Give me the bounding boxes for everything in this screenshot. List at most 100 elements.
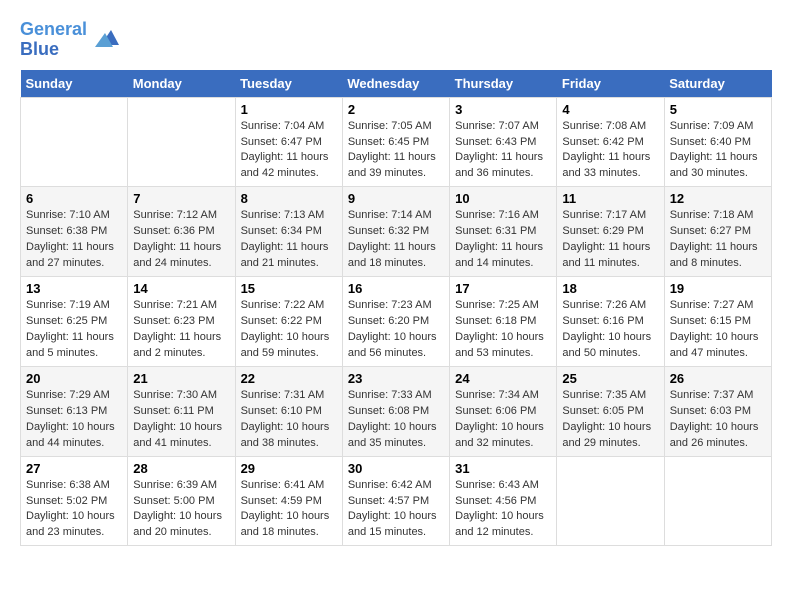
day-number: 18 xyxy=(562,281,658,296)
day-number: 9 xyxy=(348,191,444,206)
page-header: General Blue xyxy=(20,20,772,60)
calendar-cell: 24Sunrise: 7:34 AM Sunset: 6:06 PM Dayli… xyxy=(450,366,557,456)
day-info: Sunrise: 7:19 AM Sunset: 6:25 PM Dayligh… xyxy=(26,298,122,362)
calendar-cell: 2 Sunrise: 7:05 AM Sunset: 6:45 PM Daylig… xyxy=(342,97,449,187)
day-info: Sunrise: 6:41 AM Sunset: 4:59 PM Dayligh… xyxy=(241,478,337,542)
day-number: 19 xyxy=(670,281,766,296)
calendar-cell: 20 Sunrise: 7:29 AM Sunset: 6:13 PM Dayli… xyxy=(21,366,128,456)
day-number: 28 xyxy=(133,461,229,476)
day-number: 13 xyxy=(26,281,122,296)
calendar-cell: 19 Sunrise: 7:27 AM Sunset: 6:15 PM Dayli… xyxy=(664,277,771,367)
day-header-thursday: Thursday xyxy=(450,70,557,98)
day-info: Sunrise: 6:43 AM Sunset: 4:56 PM Dayligh… xyxy=(455,478,551,542)
day-number: 10 xyxy=(455,191,551,206)
calendar-cell xyxy=(664,456,771,546)
calendar-cell: 18 Sunrise: 7:26 AM Sunset: 6:16 PM Dayli… xyxy=(557,277,664,367)
day-info: Sunrise: 7:04 AM Sunset: 6:47 PM Dayligh… xyxy=(241,119,337,183)
day-number: 7 xyxy=(133,191,229,206)
calendar-cell: 3 Sunrise: 7:07 AM Sunset: 6:43 PM Daylig… xyxy=(450,97,557,187)
calendar-table: SundayMondayTuesdayWednesdayThursdayFrid… xyxy=(20,70,772,547)
calendar-cell: 13 Sunrise: 7:19 AM Sunset: 6:25 PM Dayli… xyxy=(21,277,128,367)
day-info: Sunrise: 7:12 AM Sunset: 6:36 PM Dayligh… xyxy=(133,208,229,272)
day-info: Sunrise: 6:39 AM Sunset: 5:00 PM Dayligh… xyxy=(133,478,229,542)
day-info: Sunrise: 7:13 AM Sunset: 6:34 PM Dayligh… xyxy=(241,208,337,272)
calendar-week-row: 6Sunrise: 7:10 AM Sunset: 6:38 PM Daylig… xyxy=(21,187,772,277)
calendar-cell xyxy=(128,97,235,187)
calendar-cell: 30 Sunrise: 6:42 AM Sunset: 4:57 PM Dayli… xyxy=(342,456,449,546)
day-header-wednesday: Wednesday xyxy=(342,70,449,98)
calendar-cell: 15 Sunrise: 7:22 AM Sunset: 6:22 PM Dayli… xyxy=(235,277,342,367)
calendar-header-row: SundayMondayTuesdayWednesdayThursdayFrid… xyxy=(21,70,772,98)
day-number: 15 xyxy=(241,281,337,296)
day-number: 21 xyxy=(133,371,229,386)
day-number: 25 xyxy=(562,371,658,386)
day-number: 2 xyxy=(348,102,444,117)
day-info: Sunrise: 7:22 AM Sunset: 6:22 PM Dayligh… xyxy=(241,298,337,362)
day-number: 30 xyxy=(348,461,444,476)
calendar-cell: 23 Sunrise: 7:33 AM Sunset: 6:08 PM Dayli… xyxy=(342,366,449,456)
day-info: Sunrise: 7:18 AM Sunset: 6:27 PM Dayligh… xyxy=(670,208,766,272)
calendar-cell xyxy=(557,456,664,546)
day-number: 31 xyxy=(455,461,551,476)
calendar-cell: 9 Sunrise: 7:14 AM Sunset: 6:32 PM Daylig… xyxy=(342,187,449,277)
day-header-friday: Friday xyxy=(557,70,664,98)
logo-icon xyxy=(91,25,121,55)
calendar-cell: 16 Sunrise: 7:23 AM Sunset: 6:20 PM Dayli… xyxy=(342,277,449,367)
day-info: Sunrise: 7:37 AM Sunset: 6:03 PM Dayligh… xyxy=(670,388,766,452)
calendar-cell xyxy=(21,97,128,187)
day-number: 29 xyxy=(241,461,337,476)
day-info: Sunrise: 7:05 AM Sunset: 6:45 PM Dayligh… xyxy=(348,119,444,183)
day-info: Sunrise: 7:07 AM Sunset: 6:43 PM Dayligh… xyxy=(455,119,551,183)
calendar-cell: 6Sunrise: 7:10 AM Sunset: 6:38 PM Daylig… xyxy=(21,187,128,277)
calendar-week-row: 20 Sunrise: 7:29 AM Sunset: 6:13 PM Dayli… xyxy=(21,366,772,456)
calendar-cell: 10 Sunrise: 7:16 AM Sunset: 6:31 PM Dayli… xyxy=(450,187,557,277)
calendar-cell: 8 Sunrise: 7:13 AM Sunset: 6:34 PM Daylig… xyxy=(235,187,342,277)
day-info: Sunrise: 7:17 AM Sunset: 6:29 PM Dayligh… xyxy=(562,208,658,272)
day-header-monday: Monday xyxy=(128,70,235,98)
day-number: 26 xyxy=(670,371,766,386)
calendar-week-row: 1 Sunrise: 7:04 AM Sunset: 6:47 PM Daylig… xyxy=(21,97,772,187)
day-number: 4 xyxy=(562,102,658,117)
day-number: 8 xyxy=(241,191,337,206)
calendar-cell: 14Sunrise: 7:21 AM Sunset: 6:23 PM Dayli… xyxy=(128,277,235,367)
day-info: Sunrise: 7:34 AM Sunset: 6:06 PM Dayligh… xyxy=(455,388,551,452)
calendar-cell: 5Sunrise: 7:09 AM Sunset: 6:40 PM Daylig… xyxy=(664,97,771,187)
day-number: 3 xyxy=(455,102,551,117)
day-info: Sunrise: 7:08 AM Sunset: 6:42 PM Dayligh… xyxy=(562,119,658,183)
day-number: 16 xyxy=(348,281,444,296)
day-info: Sunrise: 7:29 AM Sunset: 6:13 PM Dayligh… xyxy=(26,388,122,452)
calendar-cell: 31 Sunrise: 6:43 AM Sunset: 4:56 PM Dayli… xyxy=(450,456,557,546)
day-info: Sunrise: 7:09 AM Sunset: 6:40 PM Dayligh… xyxy=(670,119,766,183)
calendar-week-row: 27Sunrise: 6:38 AM Sunset: 5:02 PM Dayli… xyxy=(21,456,772,546)
day-info: Sunrise: 7:14 AM Sunset: 6:32 PM Dayligh… xyxy=(348,208,444,272)
day-number: 14 xyxy=(133,281,229,296)
day-info: Sunrise: 6:38 AM Sunset: 5:02 PM Dayligh… xyxy=(26,478,122,542)
calendar-cell: 29 Sunrise: 6:41 AM Sunset: 4:59 PM Dayli… xyxy=(235,456,342,546)
day-info: Sunrise: 7:27 AM Sunset: 6:15 PM Dayligh… xyxy=(670,298,766,362)
day-header-tuesday: Tuesday xyxy=(235,70,342,98)
calendar-week-row: 13 Sunrise: 7:19 AM Sunset: 6:25 PM Dayli… xyxy=(21,277,772,367)
day-info: Sunrise: 7:30 AM Sunset: 6:11 PM Dayligh… xyxy=(133,388,229,452)
calendar-cell: 28 Sunrise: 6:39 AM Sunset: 5:00 PM Dayli… xyxy=(128,456,235,546)
calendar-cell: 7 Sunrise: 7:12 AM Sunset: 6:36 PM Daylig… xyxy=(128,187,235,277)
logo: General Blue xyxy=(20,20,121,60)
day-number: 17 xyxy=(455,281,551,296)
day-info: Sunrise: 7:33 AM Sunset: 6:08 PM Dayligh… xyxy=(348,388,444,452)
logo-text: General Blue xyxy=(20,20,87,60)
day-header-saturday: Saturday xyxy=(664,70,771,98)
day-header-sunday: Sunday xyxy=(21,70,128,98)
day-number: 1 xyxy=(241,102,337,117)
day-info: Sunrise: 7:25 AM Sunset: 6:18 PM Dayligh… xyxy=(455,298,551,362)
day-info: Sunrise: 6:42 AM Sunset: 4:57 PM Dayligh… xyxy=(348,478,444,542)
day-info: Sunrise: 7:35 AM Sunset: 6:05 PM Dayligh… xyxy=(562,388,658,452)
day-info: Sunrise: 7:10 AM Sunset: 6:38 PM Dayligh… xyxy=(26,208,122,272)
day-info: Sunrise: 7:23 AM Sunset: 6:20 PM Dayligh… xyxy=(348,298,444,362)
day-number: 20 xyxy=(26,371,122,386)
day-number: 23 xyxy=(348,371,444,386)
day-info: Sunrise: 7:16 AM Sunset: 6:31 PM Dayligh… xyxy=(455,208,551,272)
day-number: 11 xyxy=(562,191,658,206)
calendar-cell: 11 Sunrise: 7:17 AM Sunset: 6:29 PM Dayli… xyxy=(557,187,664,277)
day-info: Sunrise: 7:26 AM Sunset: 6:16 PM Dayligh… xyxy=(562,298,658,362)
calendar-cell: 17 Sunrise: 7:25 AM Sunset: 6:18 PM Dayli… xyxy=(450,277,557,367)
day-info: Sunrise: 7:31 AM Sunset: 6:10 PM Dayligh… xyxy=(241,388,337,452)
